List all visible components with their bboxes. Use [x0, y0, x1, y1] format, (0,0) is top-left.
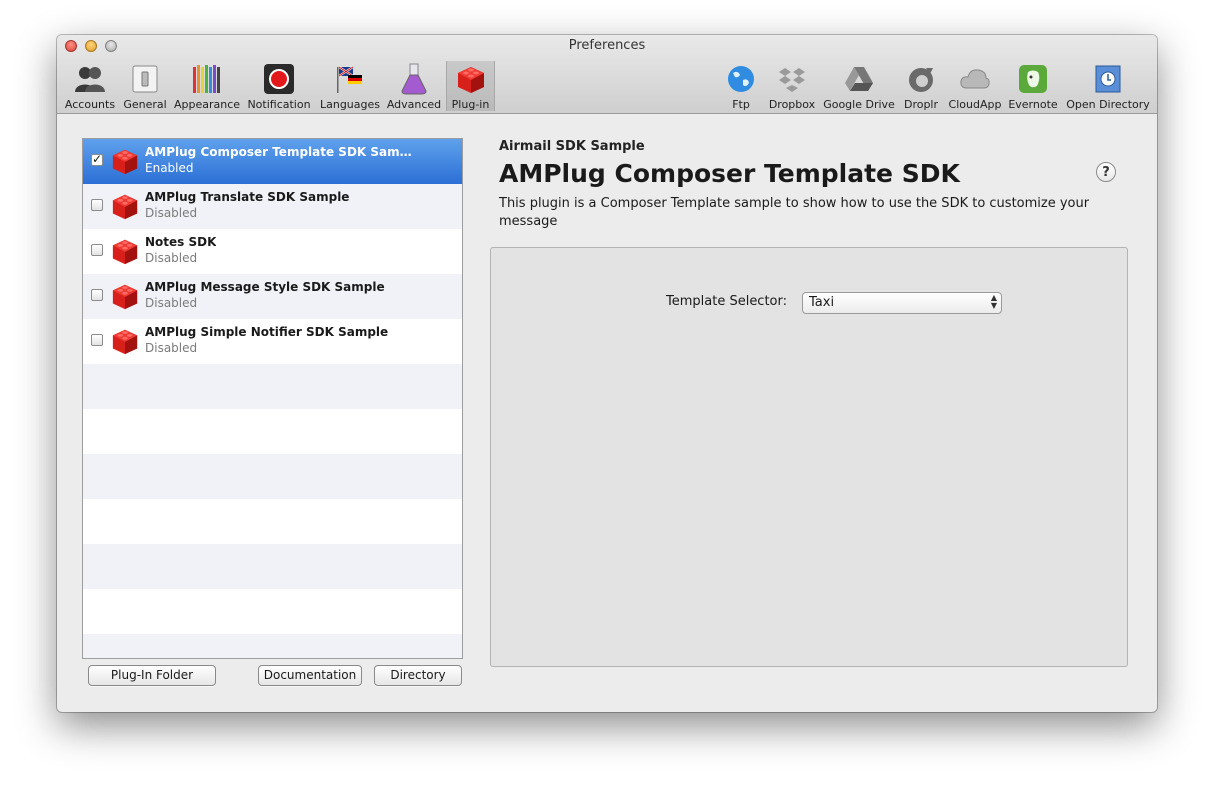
checkmark-icon: ✓: [92, 152, 103, 166]
toolbar-general[interactable]: General: [121, 61, 169, 111]
plugin-brick-icon: [112, 149, 138, 175]
plugin-status: Disabled: [145, 341, 198, 355]
toolbar-label: Advanced: [386, 98, 442, 111]
toolbar-droplr[interactable]: Droplr: [900, 61, 942, 111]
notification-icon: [263, 63, 295, 95]
toolbar-label: Google Drive: [823, 98, 895, 111]
toolbar-label: Ftp: [732, 98, 750, 111]
toolbar-label: Open Directory: [1066, 98, 1150, 111]
toolbar-label: Languages: [319, 98, 381, 111]
plugin-icon: [455, 63, 487, 95]
plugin-supertitle: Airmail SDK Sample: [499, 139, 645, 154]
general-icon: [129, 63, 161, 95]
plugin-brick-icon: [112, 329, 138, 355]
cloudapp-icon: [959, 63, 991, 95]
toolbar-label: Evernote: [1008, 98, 1058, 111]
window-title: Preferences: [568, 38, 646, 53]
plugin-brick-icon: [112, 239, 138, 265]
empty-row: [83, 364, 462, 409]
toolbar-label: CloudApp: [948, 98, 1002, 111]
plugin-status: Enabled: [145, 161, 194, 175]
google-drive-icon: [843, 63, 875, 95]
toolbar-label: Accounts: [64, 98, 116, 111]
toolbar-open-directory[interactable]: Open Directory: [1065, 61, 1151, 111]
plugin-status: Disabled: [145, 206, 198, 220]
plugin-name: AMPlug Message Style SDK Sample: [145, 280, 385, 294]
plugin-description: This plugin is a Composer Template sampl…: [499, 196, 1090, 229]
ftp-icon: [725, 63, 757, 95]
toolbar-ftp[interactable]: Ftp: [723, 61, 759, 111]
plugin-enabled-checkbox[interactable]: [91, 334, 103, 346]
plugin-row[interactable]: AMPlug Message Style SDK Sample Disabled: [83, 274, 462, 319]
plugin-status: Disabled: [145, 251, 198, 265]
toolbar-label: General: [123, 98, 167, 111]
plugin-row[interactable]: ✓ AMPlug Composer Template SDK Sam… Enab…: [83, 139, 462, 184]
dropbox-icon: [776, 63, 808, 95]
directory-button[interactable]: Directory: [374, 665, 462, 686]
toolbar-accounts[interactable]: Accounts: [64, 61, 116, 111]
empty-row: [83, 409, 462, 454]
plugin-enabled-checkbox[interactable]: ✓: [91, 152, 103, 166]
empty-row: [83, 454, 462, 499]
plugin-folder-button[interactable]: Plug-In Folder: [88, 665, 216, 686]
toolbar-appearance[interactable]: Appearance: [174, 61, 240, 111]
toolbar-google-drive[interactable]: Google Drive: [823, 61, 895, 111]
plugin-enabled-checkbox[interactable]: [91, 244, 103, 256]
toolbar-evernote[interactable]: Evernote: [1007, 61, 1059, 111]
documentation-button[interactable]: Documentation: [258, 665, 362, 686]
template-selector-label: Template Selector:: [666, 294, 788, 309]
help-button[interactable]: ?: [1096, 162, 1116, 182]
plugin-name: AMPlug Simple Notifier SDK Sample: [145, 325, 389, 339]
empty-row: [83, 589, 462, 634]
toolbar-cloudapp[interactable]: CloudApp: [946, 61, 1004, 111]
languages-icon: [334, 63, 366, 95]
accounts-icon: [74, 63, 106, 95]
toolbar-label: Notification: [247, 98, 311, 111]
toolbar-dropbox[interactable]: Dropbox: [766, 61, 818, 111]
appearance-icon: [191, 63, 223, 95]
toolbar-plugin[interactable]: Plug-in: [446, 61, 495, 111]
template-selector-value: Taxi: [809, 295, 835, 310]
titlebar: Preferences Accounts General Appearance …: [57, 35, 1157, 114]
plugin-brick-icon: [112, 194, 138, 220]
empty-row: [83, 634, 462, 658]
plugin-name: Notes SDK: [145, 235, 217, 249]
plugin-brick-icon: [112, 284, 138, 310]
plugin-row[interactable]: Notes SDK Disabled: [83, 229, 462, 274]
template-selector-popup[interactable]: Taxi ▲ ▼: [802, 292, 1002, 314]
plugin-status: Disabled: [145, 296, 198, 310]
plugin-title: AMPlug Composer Template SDK: [499, 159, 960, 188]
toolbar-label: Droplr: [903, 98, 939, 111]
plugin-name: AMPlug Composer Template SDK Sam…: [145, 145, 412, 159]
updown-arrows-icon: ▲ ▼: [990, 293, 997, 310]
toolbar-label: Dropbox: [768, 98, 816, 111]
empty-row: [83, 499, 462, 544]
plugin-name: AMPlug Translate SDK Sample: [145, 190, 350, 204]
toolbar-languages[interactable]: Languages: [318, 61, 382, 111]
empty-row: [83, 544, 462, 589]
plugin-row[interactable]: AMPlug Simple Notifier SDK Sample Disabl…: [83, 319, 462, 364]
plugin-enabled-checkbox[interactable]: [91, 199, 103, 211]
toolbar-label: Plug-in: [451, 98, 490, 111]
toolbar-notification[interactable]: Notification: [244, 61, 314, 111]
open-directory-icon: [1092, 63, 1124, 95]
evernote-icon: [1017, 63, 1049, 95]
toolbar-label: Appearance: [173, 98, 241, 111]
plugin-enabled-checkbox[interactable]: [91, 289, 103, 301]
plugin-list[interactable]: ✓ AMPlug Composer Template SDK Sam… Enab…: [82, 138, 463, 659]
plugin-row[interactable]: AMPlug Translate SDK Sample Disabled: [83, 184, 462, 229]
advanced-icon: [398, 63, 430, 95]
droplr-icon: [905, 63, 937, 95]
toolbar-advanced[interactable]: Advanced: [386, 61, 442, 111]
preferences-window: Preferences Accounts General Appearance …: [57, 35, 1157, 712]
